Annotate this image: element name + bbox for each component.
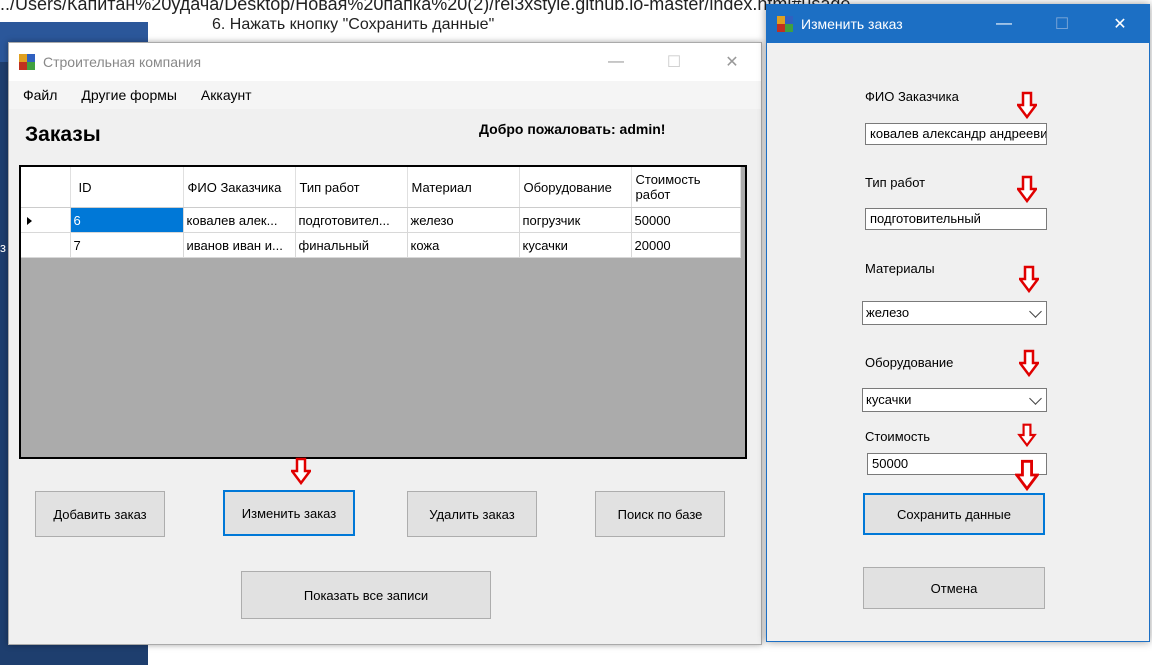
dialog-close-icon[interactable]: ✕: [1091, 5, 1149, 43]
main-window-title: Строительная компания: [43, 54, 202, 70]
dialog-title: Изменить заказ: [801, 16, 903, 32]
row-selector[interactable]: [21, 232, 71, 258]
cell-fio[interactable]: иванов иван и...: [183, 232, 296, 258]
current-row-indicator-icon: [27, 216, 32, 225]
dialog-app-icon: [777, 16, 793, 32]
cost-label: Стоимость: [865, 429, 931, 444]
menu-other-forms[interactable]: Другие формы: [67, 87, 187, 103]
material-label: Материалы: [865, 261, 935, 276]
cell-work-type[interactable]: подготовител...: [295, 207, 408, 233]
cell-cost[interactable]: 50000: [631, 207, 741, 233]
main-window: Строительная компания — ☐ ✕ Файл Другие …: [8, 42, 762, 645]
menu-bar: Файл Другие формы Аккаунт: [9, 81, 761, 109]
column-header-fio[interactable]: ФИО Заказчика: [183, 167, 296, 208]
cell-id[interactable]: 6: [70, 207, 184, 233]
edit-order-dialog: Изменить заказ — ☐ ✕ ФИО Заказчика ковал…: [766, 4, 1150, 642]
annotation-arrow-icon: [1017, 175, 1037, 203]
search-database-button[interactable]: Поиск по базе: [595, 491, 725, 537]
work-type-field[interactable]: подготовительный: [865, 208, 1047, 230]
welcome-text: Добро пожаловать: admin!: [479, 121, 666, 137]
cell-material[interactable]: железо: [407, 207, 520, 233]
page-title: Заказы: [25, 123, 101, 146]
equipment-select-value: кусачки: [866, 392, 912, 407]
menu-account[interactable]: Аккаунт: [187, 87, 262, 103]
annotation-arrow-icon: [1017, 423, 1037, 447]
annotation-arrow-icon: [1015, 459, 1039, 491]
equipment-select[interactable]: кусачки: [862, 388, 1047, 412]
cell-work-type[interactable]: финальный: [295, 232, 408, 258]
cell-cost[interactable]: 20000: [631, 232, 741, 258]
menu-file[interactable]: Файл: [9, 87, 67, 103]
cell-equipment[interactable]: кусачки: [519, 232, 632, 258]
cancel-button[interactable]: Отмена: [863, 567, 1045, 609]
show-all-records-button[interactable]: Показать все записи: [241, 571, 491, 619]
annotation-arrow-icon: [1019, 265, 1039, 293]
annotation-arrow-icon: [1017, 91, 1037, 119]
row-selector[interactable]: [21, 207, 71, 233]
dialog-minimize-icon[interactable]: —: [975, 5, 1033, 43]
edit-order-button[interactable]: Изменить заказ: [223, 490, 355, 536]
chevron-down-icon: [1029, 305, 1042, 318]
chevron-down-icon: [1029, 392, 1042, 405]
cell-equipment[interactable]: погрузчик: [519, 207, 632, 233]
dialog-maximize-icon[interactable]: ☐: [1033, 5, 1091, 43]
save-data-button[interactable]: Сохранить данные: [863, 493, 1045, 535]
annotation-arrow-icon: [291, 457, 311, 485]
app-icon: [19, 54, 35, 70]
delete-order-button[interactable]: Удалить заказ: [407, 491, 537, 537]
cell-material[interactable]: кожа: [407, 232, 520, 258]
dialog-titlebar[interactable]: Изменить заказ — ☐ ✕: [767, 5, 1149, 43]
annotation-arrow-icon: [1019, 349, 1039, 377]
fio-field[interactable]: ковалев александр андреевич: [865, 123, 1047, 145]
table-row[interactable]: 6 ковалев алек... подготовител... железо…: [21, 207, 741, 233]
column-header-work-type[interactable]: Тип работ: [295, 167, 408, 208]
material-select-value: железо: [866, 305, 910, 320]
close-icon[interactable]: ✕: [703, 43, 761, 81]
material-select[interactable]: железо: [862, 301, 1047, 325]
maximize-icon[interactable]: ☐: [645, 43, 703, 81]
column-header-cost[interactable]: Стоимость работ: [631, 167, 741, 208]
minimize-icon[interactable]: —: [587, 43, 645, 81]
cell-id[interactable]: 7: [70, 232, 184, 258]
fio-label: ФИО Заказчика: [865, 89, 959, 104]
column-header-id[interactable]: ID: [70, 167, 184, 208]
column-header-equipment[interactable]: Оборудование: [519, 167, 632, 208]
background-fragment: з: [0, 240, 6, 255]
grid-corner[interactable]: [21, 167, 71, 208]
add-order-button[interactable]: Добавить заказ: [35, 491, 165, 537]
orders-grid[interactable]: ID ФИО Заказчика Тип работ Материал Обор…: [19, 165, 747, 459]
background-instruction-text: 6. Нажать кнопку "Сохранить данные": [212, 16, 495, 33]
background-url-text: ../Users/Капитан%20удача/Desktop/Новая%2…: [0, 0, 851, 14]
equipment-label: Оборудование: [865, 355, 954, 370]
table-row[interactable]: 7 иванов иван и... финальный кожа кусачк…: [21, 232, 741, 258]
work-type-label: Тип работ: [865, 175, 926, 190]
grid-header-row: ID ФИО Заказчика Тип работ Материал Обор…: [21, 167, 741, 208]
main-titlebar[interactable]: Строительная компания — ☐ ✕: [9, 43, 761, 81]
cell-fio[interactable]: ковалев алек...: [183, 207, 296, 233]
column-header-material[interactable]: Материал: [407, 167, 520, 208]
